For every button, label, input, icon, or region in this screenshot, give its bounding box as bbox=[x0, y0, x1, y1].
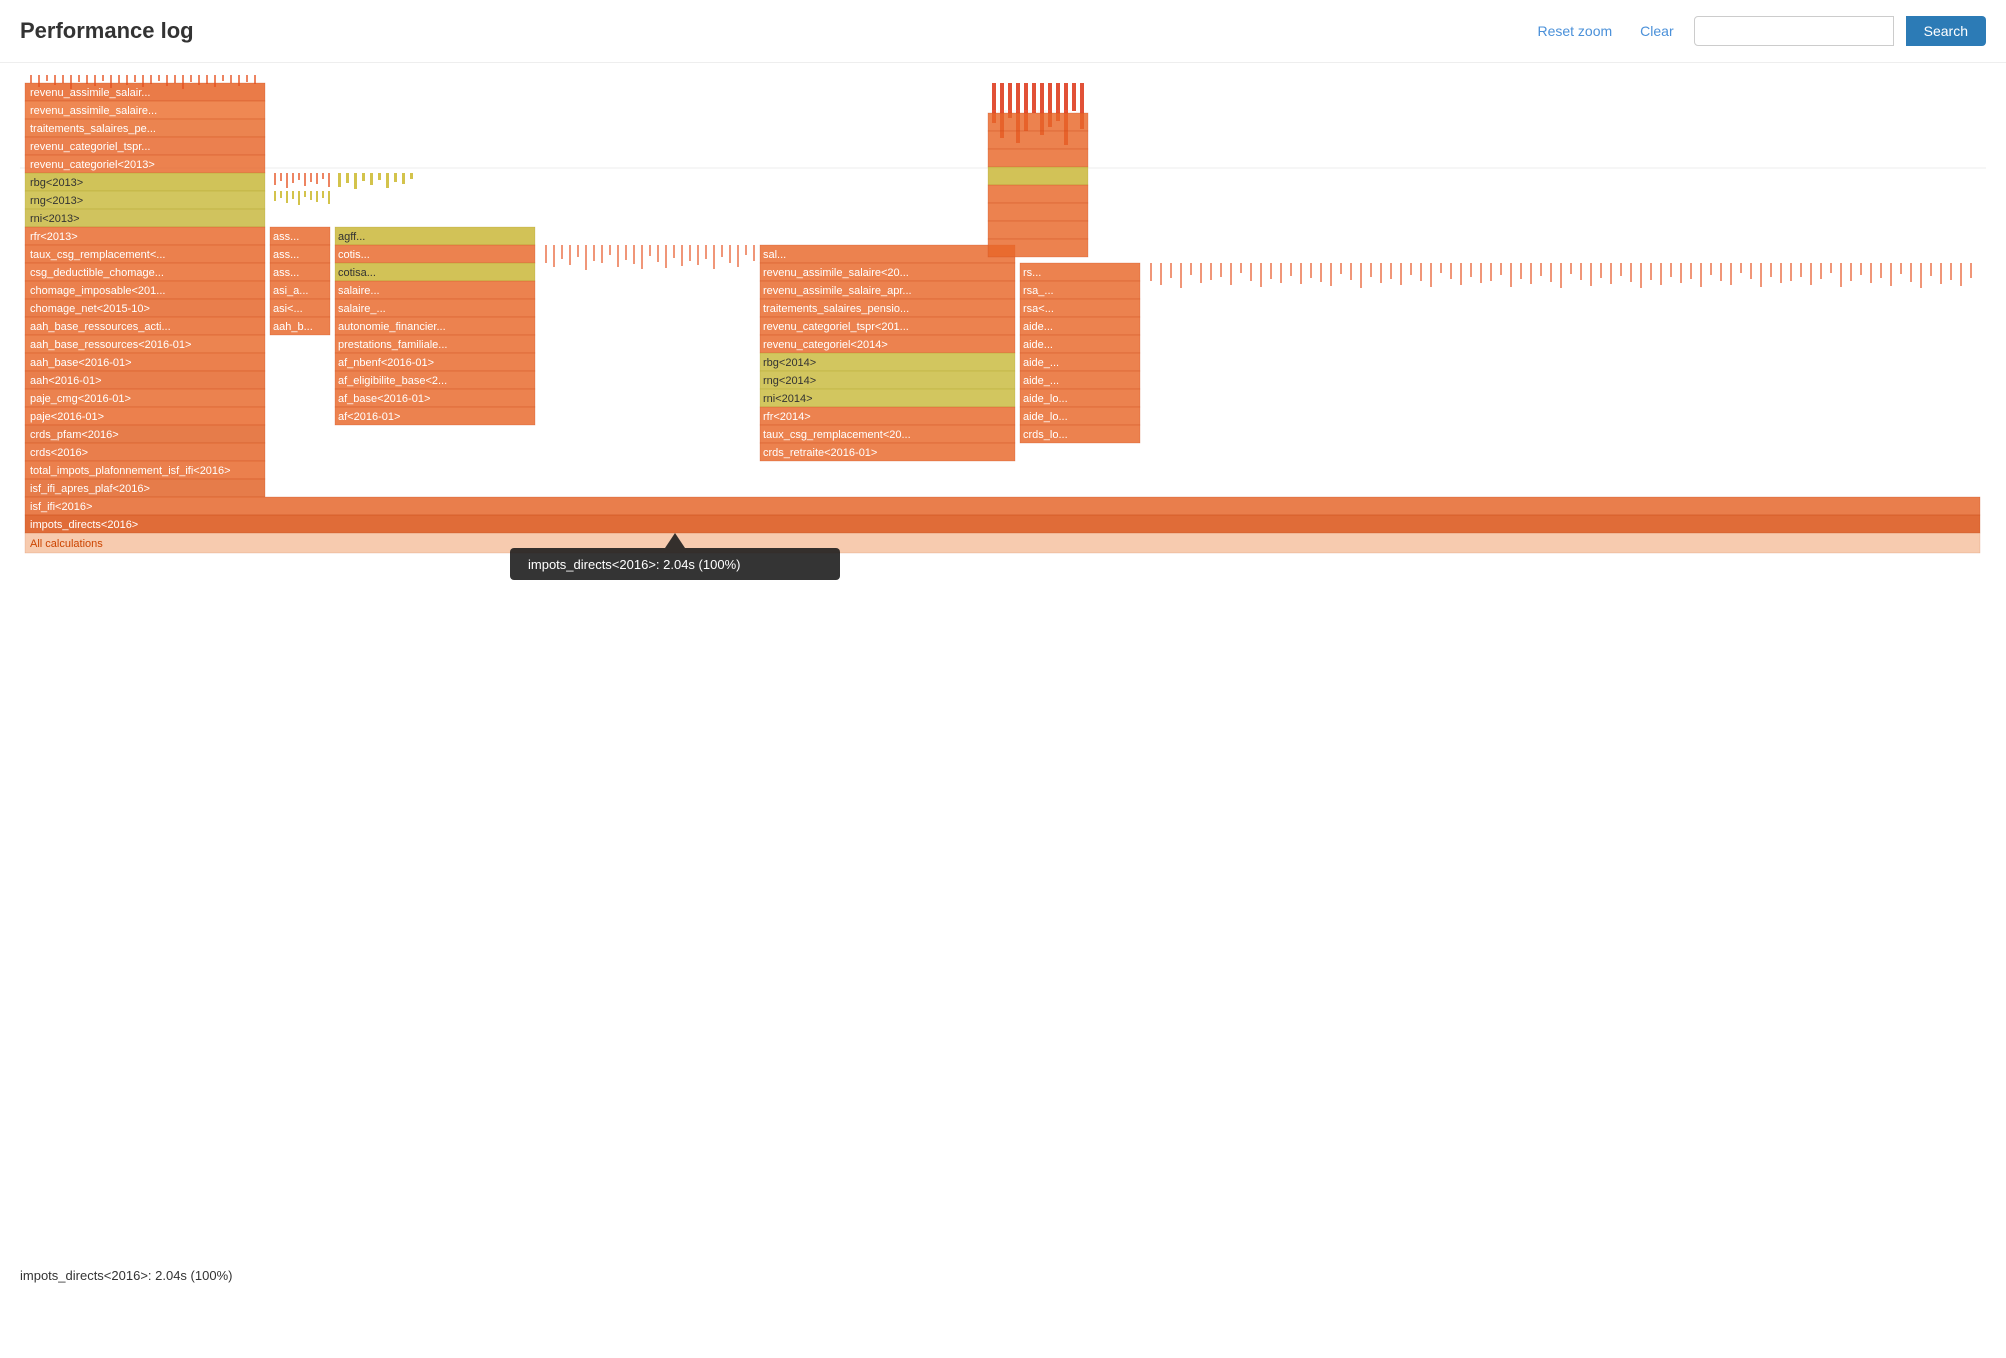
svg-text:aah_base_ressources<2016-01>: aah_base_ressources<2016-01> bbox=[30, 339, 191, 351]
chart-container: revenu_assimile_salair... revenu_assimil… bbox=[0, 63, 2006, 1293]
page-title: Performance log bbox=[20, 18, 1529, 44]
svg-text:rng<2014>: rng<2014> bbox=[763, 375, 816, 387]
svg-text:crds_pfam<2016>: crds_pfam<2016> bbox=[30, 429, 119, 441]
svg-text:aide_lo...: aide_lo... bbox=[1023, 411, 1068, 423]
svg-text:taux_csg_remplacement<20...: taux_csg_remplacement<20... bbox=[763, 429, 911, 441]
svg-text:ass...: ass... bbox=[273, 267, 299, 279]
svg-text:aide_...: aide_... bbox=[1023, 375, 1059, 387]
svg-text:rng<2013>: rng<2013> bbox=[30, 195, 83, 207]
svg-text:paje_cmg<2016-01>: paje_cmg<2016-01> bbox=[30, 393, 131, 405]
svg-text:revenu_assimile_salair...: revenu_assimile_salair... bbox=[30, 87, 150, 99]
svg-text:revenu_categoriel_tspr...: revenu_categoriel_tspr... bbox=[30, 141, 150, 153]
svg-text:rbg<2014>: rbg<2014> bbox=[763, 357, 816, 369]
svg-text:ass...: ass... bbox=[273, 249, 299, 261]
svg-text:salaire_...: salaire_... bbox=[338, 303, 386, 315]
search-input[interactable] bbox=[1694, 16, 1894, 46]
chart-area: revenu_assimile_salair... revenu_assimil… bbox=[20, 73, 1986, 1193]
svg-text:af_nbenf<2016-01>: af_nbenf<2016-01> bbox=[338, 357, 434, 369]
svg-text:prestations_familiale...: prestations_familiale... bbox=[338, 339, 447, 351]
svg-text:sal...: sal... bbox=[763, 249, 786, 261]
svg-text:revenu_assimile_salaire_apr...: revenu_assimile_salaire_apr... bbox=[763, 285, 912, 297]
svg-text:rfr<2014>: rfr<2014> bbox=[763, 411, 811, 423]
svg-text:chomage_net<2015-10>: chomage_net<2015-10> bbox=[30, 303, 150, 315]
svg-text:rni<2014>: rni<2014> bbox=[763, 393, 813, 405]
svg-text:All calculations: All calculations bbox=[30, 538, 103, 550]
svg-text:autonomie_financier...: autonomie_financier... bbox=[338, 321, 446, 333]
header-controls: Reset zoom Clear Search bbox=[1529, 16, 1986, 46]
svg-text:total_impots_plafonnement_isf_: total_impots_plafonnement_isf_ifi<2016> bbox=[30, 465, 231, 477]
svg-text:taux_csg_remplacement<...: taux_csg_remplacement<... bbox=[30, 249, 165, 261]
clear-button[interactable]: Clear bbox=[1632, 19, 1681, 43]
svg-text:aide...: aide... bbox=[1023, 321, 1053, 333]
svg-text:revenu_assimile_salaire...: revenu_assimile_salaire... bbox=[30, 105, 157, 117]
svg-text:paje<2016-01>: paje<2016-01> bbox=[30, 411, 104, 423]
svg-text:cotis...: cotis... bbox=[338, 249, 370, 261]
svg-text:crds_lo...: crds_lo... bbox=[1023, 429, 1068, 441]
svg-text:aah<2016-01>: aah<2016-01> bbox=[30, 375, 102, 387]
svg-text:impots_directs<2016>: 2.04s (1: impots_directs<2016>: 2.04s (100%) bbox=[528, 557, 740, 572]
svg-text:aah_base<2016-01>: aah_base<2016-01> bbox=[30, 357, 132, 369]
reset-zoom-button[interactable]: Reset zoom bbox=[1529, 19, 1620, 43]
svg-text:impots_directs<2016>: impots_directs<2016> bbox=[30, 519, 138, 531]
svg-text:rni<2013>: rni<2013> bbox=[30, 213, 80, 225]
svg-text:csg_deductible_chomage...: csg_deductible_chomage... bbox=[30, 267, 164, 279]
svg-text:af_base<2016-01>: af_base<2016-01> bbox=[338, 393, 430, 405]
svg-text:traitements_salaires_pensio...: traitements_salaires_pensio... bbox=[763, 303, 909, 315]
status-bar: impots_directs<2016>: 2.04s (100%) bbox=[20, 1268, 232, 1283]
svg-text:aah_base_ressources_acti...: aah_base_ressources_acti... bbox=[30, 321, 171, 333]
svg-text:aah_b...: aah_b... bbox=[273, 321, 313, 333]
svg-text:revenu_categoriel_tspr<201...: revenu_categoriel_tspr<201... bbox=[763, 321, 909, 333]
svg-text:rs...: rs... bbox=[1023, 267, 1041, 279]
flamegraph-svg[interactable]: revenu_assimile_salair... revenu_assimil… bbox=[20, 73, 1986, 1193]
svg-text:rsa<...: rsa<... bbox=[1023, 303, 1054, 315]
svg-text:revenu_assimile_salaire<20...: revenu_assimile_salaire<20... bbox=[763, 267, 909, 279]
svg-text:aide...: aide... bbox=[1023, 339, 1053, 351]
svg-text:crds<2016>: crds<2016> bbox=[30, 447, 88, 459]
svg-text:salaire...: salaire... bbox=[338, 285, 380, 297]
svg-text:isf_ifi_apres_plaf<2016>: isf_ifi_apres_plaf<2016> bbox=[30, 483, 150, 495]
svg-text:rsa_...: rsa_... bbox=[1023, 285, 1054, 297]
svg-text:rfr<2013>: rfr<2013> bbox=[30, 231, 78, 243]
svg-text:revenu_categoriel<2014>: revenu_categoriel<2014> bbox=[763, 339, 888, 351]
search-button[interactable]: Search bbox=[1906, 16, 1986, 46]
svg-text:asi_a...: asi_a... bbox=[273, 285, 308, 297]
svg-text:asi<...: asi<... bbox=[273, 303, 303, 315]
svg-text:rbg<2013>: rbg<2013> bbox=[30, 177, 83, 189]
svg-text:crds_retraite<2016-01>: crds_retraite<2016-01> bbox=[763, 447, 877, 459]
svg-text:isf_ifi<2016>: isf_ifi<2016> bbox=[30, 501, 92, 513]
svg-text:af_eligibilite_base<2...: af_eligibilite_base<2... bbox=[338, 375, 447, 387]
svg-text:cotisa...: cotisa... bbox=[338, 267, 376, 279]
svg-text:ass...: ass... bbox=[273, 231, 299, 243]
svg-text:aide_lo...: aide_lo... bbox=[1023, 393, 1068, 405]
svg-text:af<2016-01>: af<2016-01> bbox=[338, 411, 400, 423]
svg-text:chomage_imposable<201...: chomage_imposable<201... bbox=[30, 285, 165, 297]
svg-text:revenu_categoriel<2013>: revenu_categoriel<2013> bbox=[30, 159, 155, 171]
header: Performance log Reset zoom Clear Search bbox=[0, 0, 2006, 63]
svg-text:traitements_salaires_pe...: traitements_salaires_pe... bbox=[30, 123, 156, 135]
svg-text:aide_...: aide_... bbox=[1023, 357, 1059, 369]
svg-text:agff...: agff... bbox=[338, 231, 365, 243]
